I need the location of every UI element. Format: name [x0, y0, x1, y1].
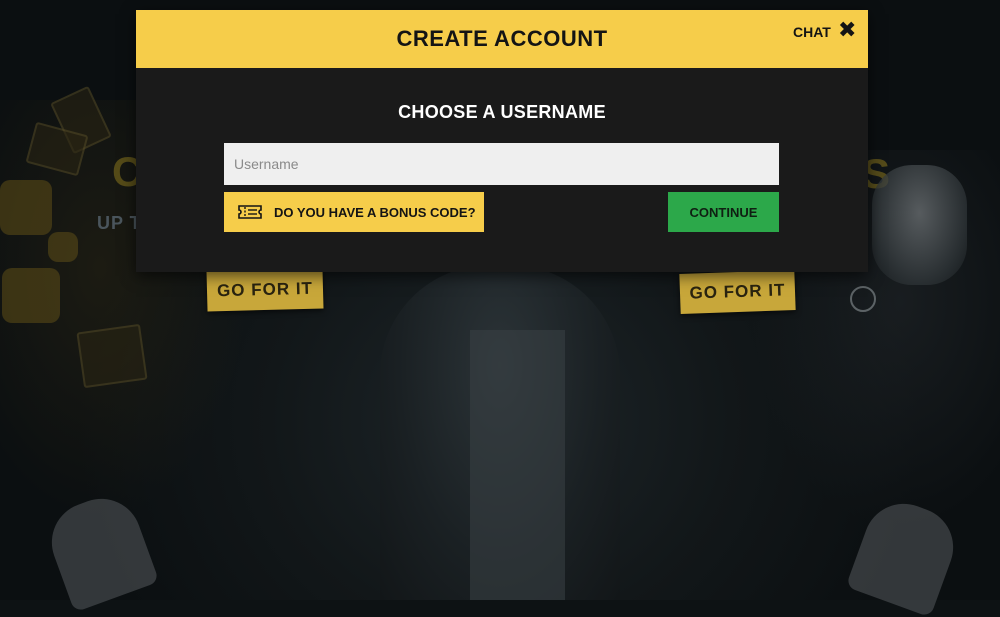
continue-button[interactable]: CONTINUE — [668, 192, 779, 232]
close-icon[interactable]: ✖ — [838, 19, 860, 43]
soccer-player-image — [872, 165, 967, 285]
create-account-modal: CREATE ACCOUNT CHAT ✖ CHOOSE A USERNAME … — [136, 10, 868, 272]
playing-card-decoration — [76, 323, 148, 389]
chat-link[interactable]: CHAT — [793, 24, 831, 40]
modal-body: CHOOSE A USERNAME DO YOU HAVE A BONUS CO… — [136, 68, 868, 272]
dice-decoration — [0, 180, 52, 235]
sports-go-for-it-button[interactable]: GO FOR IT — [679, 270, 796, 314]
left-promo-subheading: UP T — [97, 213, 142, 233]
hoodie-shirt-detail — [470, 330, 565, 600]
choose-username-heading: CHOOSE A USERNAME — [398, 102, 606, 122]
ticket-icon — [238, 205, 262, 219]
modal-header: CREATE ACCOUNT CHAT ✖ — [136, 10, 868, 68]
casino-go-for-it-button[interactable]: GO FOR IT — [206, 268, 324, 312]
bonus-code-button[interactable]: DO YOU HAVE A BONUS CODE? — [224, 192, 484, 232]
bonus-code-label: DO YOU HAVE A BONUS CODE? — [274, 204, 476, 220]
dice-decoration — [2, 268, 60, 323]
username-input[interactable] — [224, 143, 779, 185]
soccer-ball-icon — [850, 286, 876, 312]
modal-title: CREATE ACCOUNT — [396, 26, 608, 51]
dice-decoration — [48, 232, 78, 262]
